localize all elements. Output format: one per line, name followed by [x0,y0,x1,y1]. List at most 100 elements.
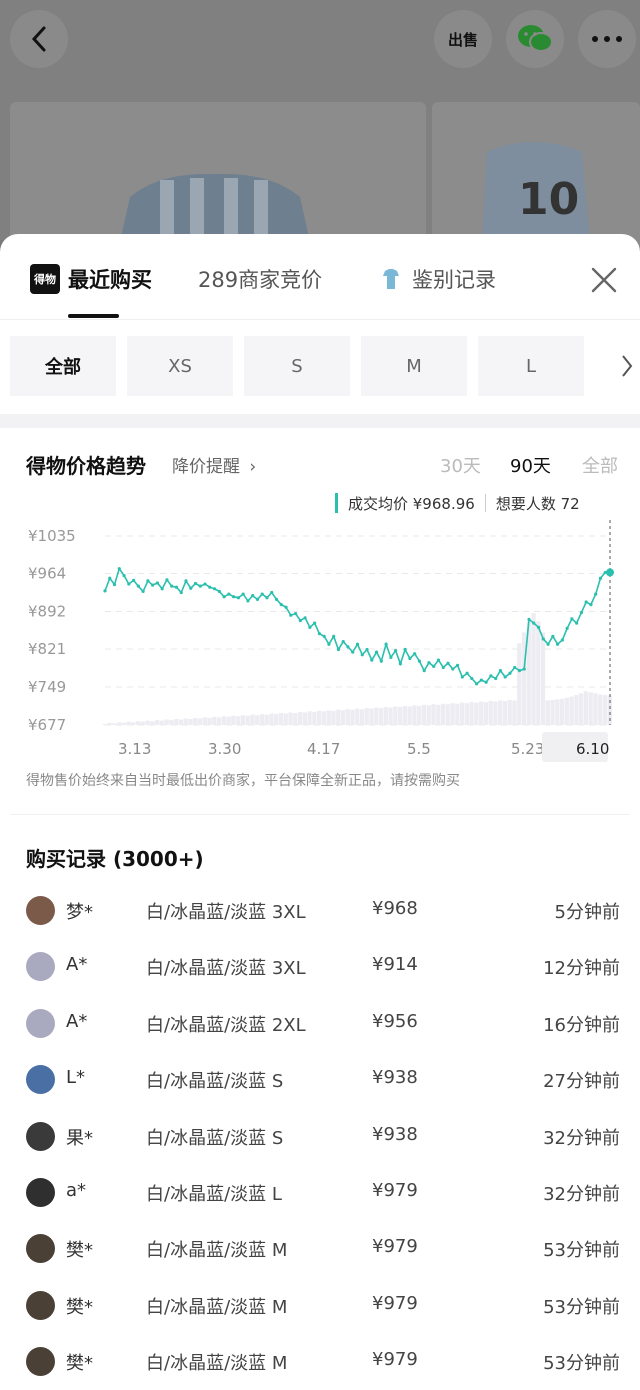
chevron-right-icon[interactable] [620,353,634,379]
price-point [103,589,107,593]
y-tick-label: ¥964 [28,564,66,582]
price-point [289,613,293,617]
more-button[interactable] [578,10,636,68]
size-chip-l[interactable]: L [478,336,584,396]
range-all[interactable]: 全部 [582,452,618,478]
tab-appraisal-records[interactable]: 鉴别记录 [382,264,496,294]
x-tick-label: 5.5 [407,740,431,758]
size-chip-xs[interactable]: XS [127,336,233,396]
range-30d[interactable]: 30天 [440,452,481,478]
price-point [336,647,341,652]
trend-disclaimer: 得物售价始终来自当时最低出价商家，平台保障全新正品，请按需购买 [26,773,460,789]
list-item: 樊* 白/冰晶蓝/淡蓝 M ¥979 53分钟前 [10,1332,630,1388]
close-icon[interactable] [590,266,618,294]
y-tick-label: ¥821 [28,640,66,658]
volume-bar [483,702,489,725]
price-point [341,639,345,644]
tab-bar: 得物 最近购买 289商家竞价 鉴别记录 [0,234,640,320]
volume-bar [545,700,550,725]
price-value: ¥938 [372,1123,418,1145]
volume-bar [478,701,484,725]
more-dots-icon [592,36,622,42]
chevron-left-icon [31,26,46,52]
size-filter-bar: 全部 XS S M L [0,320,640,414]
tab-merchant-bids[interactable]: 289商家竞价 [198,264,322,294]
wechat-icon [518,25,553,52]
sku-label: 白/冰晶蓝/淡蓝 M [146,1240,288,1262]
size-chip-m[interactable]: M [361,336,467,396]
volume-bar [197,718,203,725]
time-ago: 5分钟前 [554,902,620,923]
back-button[interactable] [10,10,68,68]
tab-recent-purchases[interactable]: 得物 最近购买 [30,264,152,294]
price-point [232,595,236,599]
price-value: ¥938 [372,1067,418,1089]
volume-bar [121,722,126,725]
volume-bar [374,707,379,725]
volume-bar [236,716,241,725]
brand-logo-icon: 得物 [30,264,60,294]
sell-button[interactable]: 出售 [434,10,492,68]
volume-bar [288,712,293,725]
volume-bar [555,699,560,725]
price-value: ¥914 [372,954,418,976]
volume-bar [326,710,331,725]
sku-label: 白/冰晶蓝/淡蓝 3XL [146,902,306,923]
volume-bar [440,703,446,725]
price-point [136,584,140,588]
selected-point [606,568,614,577]
price-point [217,589,221,594]
volume-bar [245,715,250,725]
price-point [598,576,603,580]
volume-bar [293,713,298,725]
price-point [236,596,240,600]
list-item: A* 白/冰晶蓝/淡蓝 2XL ¥956 16分钟前 [10,994,630,1050]
wechat-share-button[interactable] [506,10,564,68]
volume-bar [540,632,546,725]
price-drop-alert-link[interactable]: 降价提醒 › [172,452,256,477]
section-divider [0,414,640,428]
price-point [522,667,526,671]
volume-bar [550,699,555,725]
price-trend-chart[interactable]: ¥1035 ¥964 ¥892 ¥821 ¥749 ¥677 3.13 3.30 4.17 5.5… [10,520,630,770]
volume-bar [426,705,431,725]
size-chip-label: L [525,355,537,377]
price-point [298,618,302,623]
volume-bar [269,713,274,725]
size-chip-s[interactable]: S [244,336,350,396]
volume-bar [512,700,517,725]
volume-bar [531,613,536,725]
price-point [317,632,321,636]
volume-bar [336,709,341,725]
volume-bar [393,706,398,725]
price-point [131,578,136,582]
background-product-page: 出售 10 [0,0,640,252]
price-point [575,621,579,625]
volume-bar [264,714,269,725]
price-point [293,612,298,616]
tooltip-marker [335,493,338,513]
price-point [308,625,312,629]
volume-bar [402,705,408,725]
price-point [555,642,560,646]
tooltip-separator [484,494,486,512]
price-point [170,584,174,588]
volume-bar [188,719,193,725]
volume-bar [274,714,279,725]
volume-bar [602,695,608,725]
price-trend-card: 得物价格趋势 降价提醒 › 30天 90天 全部 成交均价 ¥968.96 想要… [10,428,630,814]
price-point [265,596,269,600]
price-point [255,597,260,601]
volume-bar [450,703,455,725]
volume-bar [331,710,336,725]
list-item: A* 白/冰晶蓝/淡蓝 3XL ¥914 12分钟前 [10,937,630,993]
range-90d[interactable]: 90天 [510,452,551,478]
price-point [536,625,541,629]
buyer-name: L* [66,1067,86,1089]
price-point [274,597,279,601]
price-point [475,682,479,686]
size-chip-all[interactable]: 全部 [10,336,116,396]
price-value: ¥979 [372,1349,418,1371]
price-point [517,669,522,673]
price-point [160,587,164,591]
